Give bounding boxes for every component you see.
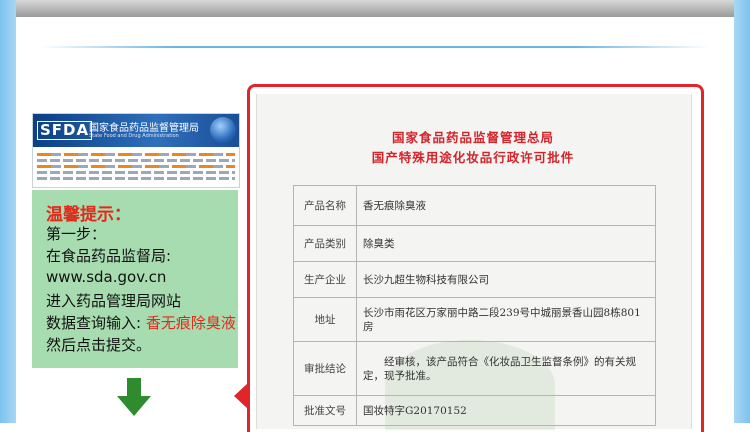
tips-line-3-prefix: 数据查询输入: xyxy=(46,314,146,332)
sfda-header: SFDA 国家食品药品监督管理局 State Food and Drug Adm… xyxy=(33,114,239,147)
certificate-table: 产品名称 香无痕除臭液 产品类别 除臭类 生产企业 长沙九超生物科技有限公司 地… xyxy=(293,185,656,426)
row-label: 产品名称 xyxy=(293,185,357,226)
row-label: 地址 xyxy=(293,297,357,342)
row-label: 批准文号 xyxy=(293,395,357,426)
sfda-content xyxy=(33,147,239,186)
table-row: 批准文号 国妆特字G20170152 xyxy=(293,395,656,426)
row-label: 审批结论 xyxy=(293,341,357,396)
tips-line-4: 然后点击提交。 xyxy=(46,336,152,354)
top-bar xyxy=(16,0,734,17)
tips-product-name: 香无痕除臭液 xyxy=(145,314,236,332)
sfda-text-line xyxy=(37,171,235,174)
globe-icon xyxy=(210,117,236,143)
tips-url: www.sda.gov.cn xyxy=(46,268,167,286)
row-label: 生产企业 xyxy=(293,261,357,298)
row-value: 国妆特字G20170152 xyxy=(356,395,656,426)
sfda-title: 国家食品药品监督管理局 xyxy=(89,123,199,134)
sfda-nav-line xyxy=(37,153,235,156)
table-row: 审批结论 经审核，该产品符合《化妆品卫生监督条例》的有关规定，现予批准。 xyxy=(293,341,656,396)
sfda-website-screenshot: SFDA 国家食品药品监督管理局 State Food and Drug Adm… xyxy=(32,113,240,188)
row-value: 经审核，该产品符合《化妆品卫生监督条例》的有关规定，现予批准。 xyxy=(356,341,656,396)
sfda-logo: SFDA xyxy=(37,121,93,140)
table-row: 产品类别 除臭类 xyxy=(293,225,656,262)
certificate-title-1: 国家食品药品监督管理总局 xyxy=(391,130,554,145)
sfda-nav-line xyxy=(37,165,235,168)
table-row: 生产企业 长沙九超生物科技有限公司 xyxy=(293,261,656,298)
row-value: 除臭类 xyxy=(356,225,656,262)
tips-box: 温馨提示： 第一步： 在食品药品监督局: www.sda.gov.cn 进入药品… xyxy=(32,190,238,368)
divider-line xyxy=(40,46,710,48)
tips-title: 温馨提示： xyxy=(46,205,131,225)
right-border xyxy=(734,0,750,423)
sfda-text-line xyxy=(37,159,235,162)
left-border xyxy=(0,0,16,423)
certificate-title-2: 国产特殊用途化妆品行政许可批件 xyxy=(371,150,575,165)
table-row: 产品名称 香无痕除臭液 xyxy=(293,185,656,226)
tips-step: 第一步： xyxy=(46,225,107,243)
sfda-text-line xyxy=(37,177,235,180)
tips-line-1: 在食品药品监督局: xyxy=(46,247,172,265)
pointer-arrow-icon xyxy=(234,383,248,409)
row-label: 产品类别 xyxy=(293,225,357,262)
table-row: 地址 长沙市雨花区万家丽中路二段239号中城丽景香山园8栋801房 xyxy=(293,297,656,342)
row-value: 香无痕除臭液 xyxy=(356,185,656,226)
tips-line-3: 数据查询输入: 香无痕除臭液 xyxy=(46,312,236,333)
sfda-subtitle: State Food and Drug Administration xyxy=(89,133,179,139)
row-value: 长沙九超生物科技有限公司 xyxy=(356,261,656,298)
arrow-down-icon xyxy=(117,378,151,416)
row-value: 长沙市雨花区万家丽中路二段239号中城丽景香山园8栋801房 xyxy=(356,297,656,342)
tips-line-2: 进入药品管理局网站 xyxy=(46,292,182,310)
